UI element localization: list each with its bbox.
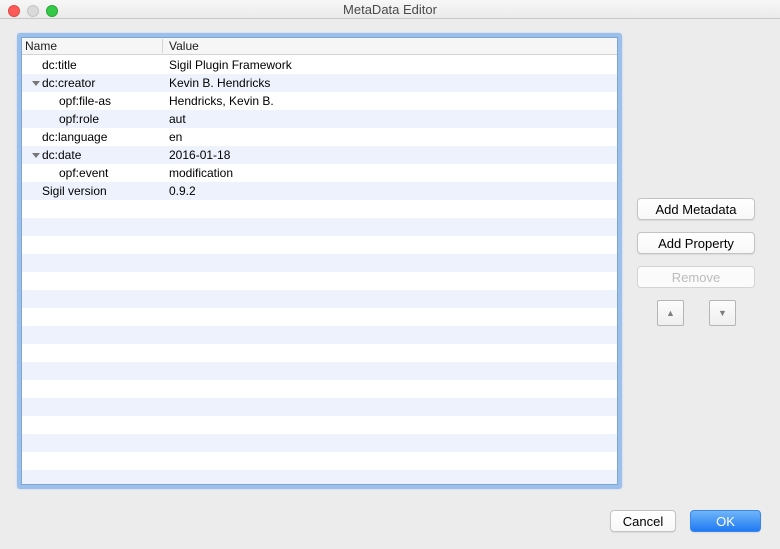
cell-name: dc:creator <box>42 76 96 90</box>
table-row-empty <box>22 362 617 380</box>
table-row-empty <box>22 416 617 434</box>
table-row-empty <box>22 272 617 290</box>
titlebar: MetaData Editor <box>0 0 780 19</box>
metadata-table[interactable]: Name Value dc:title Sigil Plugin Framewor… <box>21 37 618 485</box>
down-arrow-icon: ▼ <box>718 308 727 318</box>
table-body: dc:title Sigil Plugin Framework dc:creator… <box>22 56 617 484</box>
table-row-empty <box>22 200 617 218</box>
table-row-empty <box>22 434 617 452</box>
table-row-empty <box>22 398 617 416</box>
cell-name: opf:event <box>59 166 109 180</box>
add-metadata-button[interactable]: Add Metadata <box>637 198 755 220</box>
ok-button[interactable]: OK <box>690 510 761 532</box>
move-down-button[interactable]: ▼ <box>709 300 736 326</box>
cell-name: opf:file-as <box>59 94 112 108</box>
table-row-empty <box>22 236 617 254</box>
column-header-value[interactable]: Value <box>169 38 199 55</box>
cell-name: opf:role <box>59 112 100 126</box>
table-row-empty <box>22 308 617 326</box>
table-row-empty <box>22 218 617 236</box>
cell-value: aut <box>169 112 186 126</box>
table-row[interactable]: dc:language en <box>22 128 617 146</box>
cell-value: modification <box>169 166 234 180</box>
cell-name: Sigil version <box>42 184 107 198</box>
move-up-button[interactable]: ▲ <box>657 300 684 326</box>
table-row[interactable]: opf:file-as Hendricks, Kevin B. <box>22 92 617 110</box>
table-row[interactable]: dc:date 2016-01-18 <box>22 146 617 164</box>
table-row-empty <box>22 452 617 470</box>
remove-button[interactable]: Remove <box>637 266 755 288</box>
add-property-button[interactable]: Add Property <box>637 232 755 254</box>
cell-value: en <box>169 130 183 144</box>
table-row[interactable]: opf:event modification <box>22 164 617 182</box>
table-row-empty <box>22 344 617 362</box>
cell-value: Sigil Plugin Framework <box>169 58 292 72</box>
window-title: MetaData Editor <box>343 2 437 17</box>
table-row-empty <box>22 470 617 484</box>
table-row[interactable]: dc:title Sigil Plugin Framework <box>22 56 617 74</box>
table-row-empty <box>22 380 617 398</box>
column-divider[interactable] <box>162 39 163 53</box>
metadata-table-focus-ring: Name Value dc:title Sigil Plugin Framewor… <box>17 33 622 489</box>
table-row-empty <box>22 290 617 308</box>
table-row-empty <box>22 254 617 272</box>
cell-value: 2016-01-18 <box>169 148 231 162</box>
cell-name: dc:title <box>42 58 77 72</box>
cell-name: dc:language <box>42 130 108 144</box>
table-row[interactable]: opf:role aut <box>22 110 617 128</box>
up-arrow-icon: ▲ <box>666 308 675 318</box>
table-row-empty <box>22 326 617 344</box>
disclosure-triangle-icon[interactable] <box>32 153 40 158</box>
cell-name: dc:date <box>42 148 82 162</box>
cancel-button[interactable]: Cancel <box>610 510 676 532</box>
cell-value: Kevin B. Hendricks <box>169 76 271 90</box>
table-header: Name Value <box>22 38 617 55</box>
column-header-name[interactable]: Name <box>25 38 57 55</box>
cell-value: 0.9.2 <box>169 184 196 198</box>
table-row[interactable]: Sigil version 0.9.2 <box>22 182 617 200</box>
disclosure-triangle-icon[interactable] <box>32 81 40 86</box>
cell-value: Hendricks, Kevin B. <box>169 94 274 108</box>
table-row[interactable]: dc:creator Kevin B. Hendricks <box>22 74 617 92</box>
